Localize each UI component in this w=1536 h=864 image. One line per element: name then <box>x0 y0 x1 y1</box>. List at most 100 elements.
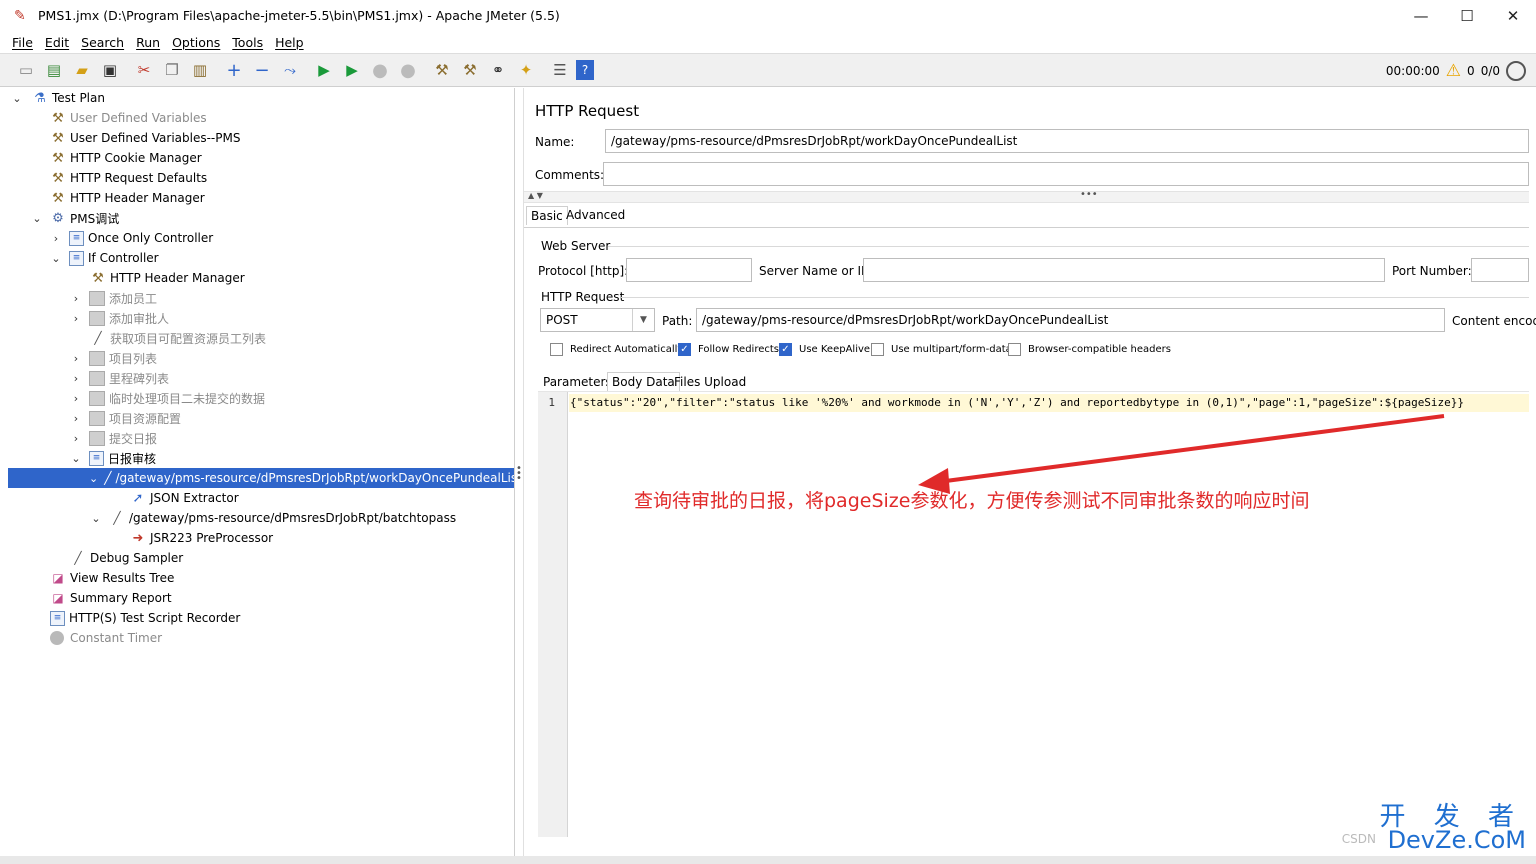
tree-node[interactable]: ⚒ HTTP Cookie Manager <box>8 148 514 168</box>
tree-node[interactable]: ➜ JSR223 PreProcessor <box>8 528 514 548</box>
tree-node-test-plan[interactable]: ⌄ ⚗ Test Plan <box>8 88 514 108</box>
expand-icon[interactable]: + <box>222 58 246 82</box>
collapse-arrows-icon[interactable]: ▲ ▼ <box>528 191 543 200</box>
tree-node[interactable]: ⚒ User Defined Variables <box>8 108 514 128</box>
splitter-handle[interactable]: • • • <box>516 464 522 484</box>
start-icon[interactable]: ▶ <box>312 58 336 82</box>
tree-node[interactable]: › 提交日报 <box>8 428 514 448</box>
tree-node[interactable]: ≡ HTTP(S) Test Script Recorder <box>8 608 514 628</box>
clear-all-icon[interactable]: ⚒ <box>458 58 482 82</box>
close-button[interactable]: ✕ <box>1490 0 1536 31</box>
menu-options[interactable]: Options <box>172 35 220 50</box>
chevron-right-icon[interactable]: › <box>49 232 63 245</box>
collapse-icon[interactable]: − <box>250 58 274 82</box>
comments-field[interactable] <box>603 162 1529 186</box>
method-select[interactable]: POST ▼ <box>540 308 655 332</box>
tree-node[interactable]: ➚ JSON Extractor <box>8 488 514 508</box>
check-icon[interactable]: ✓ <box>678 343 691 356</box>
checkbox-box[interactable] <box>1008 343 1021 356</box>
tree-node[interactable]: › 临时处理项目二未提交的数据 <box>8 388 514 408</box>
chevron-down-icon[interactable]: ⌄ <box>49 252 63 265</box>
tree-node[interactable]: ◪ Summary Report <box>8 588 514 608</box>
tab-parameters[interactable]: Parameters <box>539 373 616 391</box>
multipart-form-data-checkbox[interactable]: Use multipart/form-data <box>871 343 1012 356</box>
chevron-right-icon[interactable]: › <box>69 312 83 325</box>
tree-node[interactable]: ⌄ ≡ 日报审核 <box>8 448 514 468</box>
tab-files-upload[interactable]: Files Upload <box>670 373 750 391</box>
menu-help[interactable]: Help <box>275 35 304 50</box>
chevron-right-icon[interactable]: › <box>69 352 83 365</box>
maximize-button[interactable]: ☐ <box>1444 0 1490 31</box>
toggle-icon[interactable]: ⤳ <box>278 58 302 82</box>
start-no-pauses-icon[interactable]: ▶ <box>340 58 364 82</box>
tree-node[interactable]: ╱ 获取项目可配置资源员工列表 <box>8 328 514 348</box>
tree-node-thread-group[interactable]: ⌄ ⚙ PMS调试 <box>8 208 514 228</box>
checkbox-box[interactable] <box>550 343 563 356</box>
use-keepalive-checkbox[interactable]: ✓ Use KeepAlive <box>779 343 870 356</box>
stop-icon[interactable]: ● <box>368 58 392 82</box>
tree-node-selected[interactable]: ⌄ ╱ /gateway/pms-resource/dPmsresDrJobRp… <box>8 468 514 488</box>
chevron-down-icon[interactable]: ⌄ <box>89 512 103 525</box>
server-field[interactable] <box>863 258 1385 282</box>
chevron-right-icon[interactable]: › <box>69 392 83 405</box>
templates-icon[interactable]: ▤ <box>42 58 66 82</box>
browser-compatible-headers-checkbox[interactable]: Browser-compatible headers <box>1008 343 1171 356</box>
body-data-editor[interactable]: 1 {"status":"20","filter":"status like '… <box>538 391 1529 837</box>
menu-run[interactable]: Run <box>136 35 160 50</box>
tab-body-data[interactable]: Body Data <box>607 372 680 391</box>
function-helper-icon[interactable]: ☰ <box>548 58 572 82</box>
minimize-button[interactable]: — <box>1398 0 1444 31</box>
protocol-field[interactable] <box>626 258 752 282</box>
chevron-down-icon[interactable]: ⌄ <box>89 472 98 485</box>
tree-node[interactable]: ⚒ HTTP Header Manager <box>8 188 514 208</box>
menu-tools[interactable]: Tools <box>232 35 263 50</box>
drag-dots-icon[interactable]: ••• <box>1080 189 1098 200</box>
chevron-right-icon[interactable]: › <box>69 372 83 385</box>
section-divider[interactable]: ▲ ▼ ••• <box>524 189 1529 203</box>
chevron-right-icon[interactable]: › <box>69 292 83 305</box>
menu-search[interactable]: Search <box>81 35 124 50</box>
open-icon[interactable]: ▰ <box>70 58 94 82</box>
tree-node[interactable]: › 项目资源配置 <box>8 408 514 428</box>
warning-icon[interactable]: ⚠ <box>1446 61 1461 81</box>
redirect-automatically-checkbox[interactable]: Redirect Automatically <box>550 343 683 356</box>
tree-node[interactable]: ⌄ ≡ If Controller <box>8 248 514 268</box>
tab-advanced[interactable]: Advanced <box>562 206 629 224</box>
tree-node[interactable]: › 里程碑列表 <box>8 368 514 388</box>
reset-search-icon[interactable]: ✦ <box>514 58 538 82</box>
help-icon[interactable]: ? <box>576 60 594 80</box>
tree-node[interactable]: ╱ Debug Sampler <box>8 548 514 568</box>
save-icon[interactable]: ▣ <box>98 58 122 82</box>
search-binoculars-icon[interactable]: ⚭ <box>486 58 510 82</box>
menu-edit[interactable]: Edit <box>45 35 69 50</box>
checkbox-box[interactable] <box>871 343 884 356</box>
shutdown-icon[interactable]: ● <box>396 58 420 82</box>
copy-icon[interactable]: ❐ <box>160 58 184 82</box>
tree-node[interactable]: › 项目列表 <box>8 348 514 368</box>
port-field[interactable] <box>1471 258 1529 282</box>
remote-globe-icon[interactable] <box>1506 61 1526 81</box>
clear-icon[interactable]: ⚒ <box>430 58 454 82</box>
cut-icon[interactable]: ✂ <box>132 58 156 82</box>
chevron-down-icon[interactable]: ⌄ <box>10 92 24 105</box>
new-icon[interactable]: ▭ <box>14 58 38 82</box>
chevron-down-icon[interactable]: ⌄ <box>30 212 44 225</box>
tree-node[interactable]: Constant Timer <box>8 628 514 648</box>
chevron-down-icon[interactable]: ⌄ <box>69 452 83 465</box>
tree-node[interactable]: ⌄ ╱ /gateway/pms-resource/dPmsresDrJobRp… <box>8 508 514 528</box>
tree-node[interactable]: ⚒ HTTP Header Manager <box>8 268 514 288</box>
name-field[interactable]: /gateway/pms-resource/dPmsresDrJobRpt/wo… <box>605 129 1529 153</box>
chevron-down-icon[interactable]: ▼ <box>632 309 654 331</box>
paste-icon[interactable]: ▥ <box>188 58 212 82</box>
body-data-text[interactable]: {"status":"20","filter":"status like '%2… <box>569 394 1529 412</box>
menu-file[interactable]: File <box>12 35 33 50</box>
chevron-right-icon[interactable]: › <box>69 432 83 445</box>
tree-node[interactable]: › 添加员工 <box>8 288 514 308</box>
tree-node[interactable]: ⚒ User Defined Variables--PMS <box>8 128 514 148</box>
tree-node[interactable]: ◪ View Results Tree <box>8 568 514 588</box>
tree-node[interactable]: › 添加审批人 <box>8 308 514 328</box>
check-icon[interactable]: ✓ <box>779 343 792 356</box>
chevron-right-icon[interactable]: › <box>69 412 83 425</box>
follow-redirects-checkbox[interactable]: ✓ Follow Redirects <box>678 343 779 356</box>
tree-node[interactable]: ⚒ HTTP Request Defaults <box>8 168 514 188</box>
